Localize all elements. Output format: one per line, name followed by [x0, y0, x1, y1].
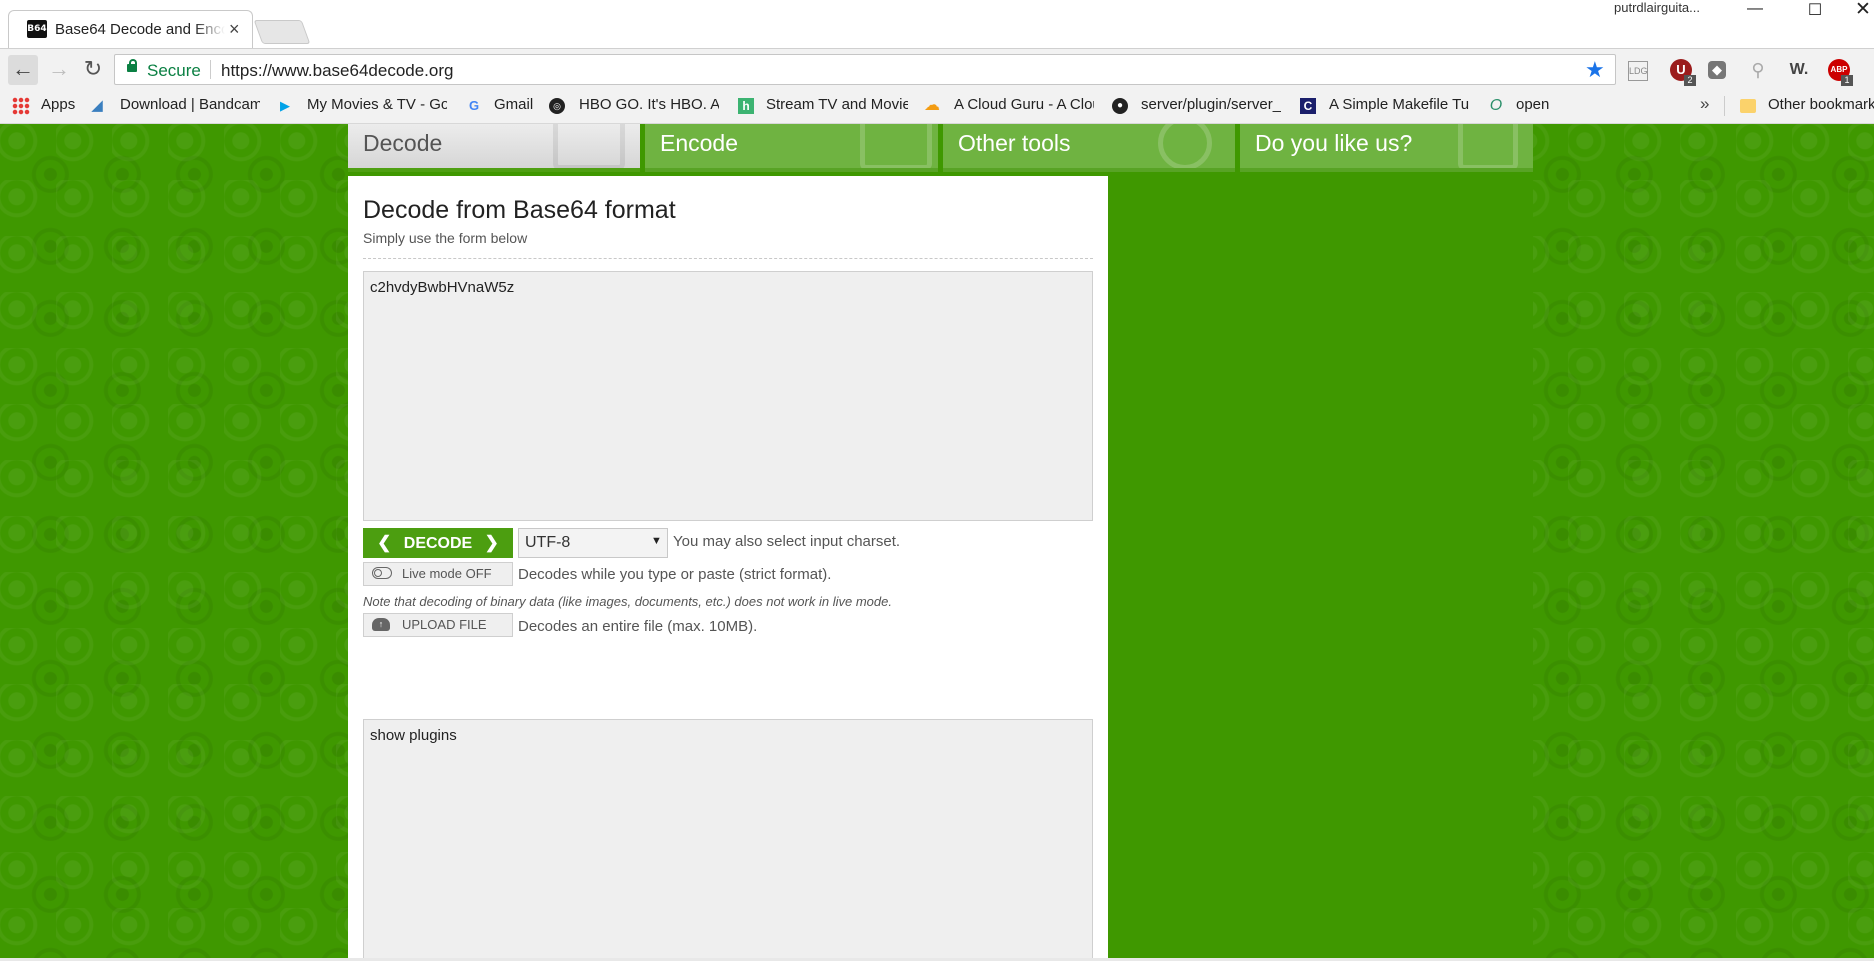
extension-search-icon[interactable]: ⚲ [1747, 59, 1769, 81]
opera-icon: O [1489, 97, 1503, 114]
bookmark-hulu[interactable]: Stream TV and Movies [766, 96, 908, 113]
bookmark-makefile-tutorial[interactable]: A Simple Makefile Tutorial [1329, 96, 1469, 113]
thumbs-up-decor-icon [1458, 124, 1518, 168]
browser-toolbar: ← → ↻ Secure https://www.base64decode.or… [0, 48, 1874, 91]
live-mode-hint: Decodes while you type or paste (strict … [518, 566, 832, 583]
nav-tab-encode-label: Encode [660, 130, 739, 156]
window-decor-icon [860, 124, 932, 168]
pencil-decor-icon [553, 124, 625, 168]
back-arrow-icon[interactable]: ← [8, 55, 38, 85]
bookmarks-overflow-icon[interactable]: » [1700, 94, 1709, 114]
nav-tab-encode[interactable]: Encode [645, 124, 938, 172]
live-mode-label: Live mode OFF [402, 566, 492, 581]
folder-icon [1740, 99, 1756, 113]
upload-file-hint: Decodes an entire file (max. 10MB). [518, 618, 758, 635]
page-background: Decode Encode Other tools Do you like us… [0, 124, 1874, 961]
gear-decor-icon [1158, 124, 1212, 168]
bookmarks-bar: Apps ◢ Download | Bandcamp ▶ My Movies &… [0, 90, 1874, 124]
charset-select[interactable]: UTF-8 ▼ [518, 528, 668, 558]
bookmark-bandcamp[interactable]: Download | Bandcamp [120, 96, 260, 113]
extension-ldg-icon[interactable]: LDG [1628, 61, 1648, 81]
url-text[interactable]: https://www.base64decode.org [221, 61, 453, 81]
nav-tab-other-tools[interactable]: Other tools [943, 124, 1235, 172]
base64-input-textarea[interactable]: c2hvdyBwbHVnaW5z [363, 271, 1093, 521]
bandcamp-icon: ◢ [91, 97, 103, 114]
nav-tab-do-you-like-us[interactable]: Do you like us? [1240, 124, 1533, 172]
live-mode-toggle[interactable]: Live mode OFF [363, 562, 513, 586]
bookmarks-separator [1724, 96, 1725, 116]
base64-favicon-icon: B64 [27, 20, 47, 38]
adblock-badge: 1 [1841, 75, 1853, 86]
chevron-left-icon: ❮ [377, 533, 392, 552]
nav-tab-decode-label: Decode [363, 130, 443, 156]
cloud-upload-icon: ↑ [372, 618, 390, 631]
toggle-switch-icon [372, 567, 392, 579]
upload-file-button[interactable]: ↑ UPLOAD FILE [363, 613, 513, 637]
browser-tab[interactable]: B64 Base64 Decode and Encode - Online × [8, 10, 253, 48]
tab-strip: B64 Base64 Decode and Encode - Online × … [0, 0, 1874, 48]
bookmark-cloud-guru[interactable]: A Cloud Guru - A Cloud [954, 96, 1094, 113]
upload-file-label: UPLOAD FILE [402, 617, 487, 632]
address-separator [210, 60, 211, 79]
decode-button[interactable]: ❮ DECODE ❯ [363, 528, 513, 558]
charset-hint: You may also select input charset. [673, 533, 901, 550]
chevron-right-icon: ❯ [484, 533, 499, 552]
bookmark-github[interactable]: server/plugin/server_ [1141, 96, 1281, 113]
title-divider [363, 258, 1093, 259]
c-icon: C [1300, 98, 1316, 114]
bookmark-open[interactable]: open [1516, 96, 1549, 113]
extension-w-icon[interactable]: W. [1788, 59, 1810, 81]
forward-arrow-icon[interactable]: → [44, 55, 74, 85]
nav-tab-other-tools-label: Other tools [958, 130, 1071, 156]
profile-name[interactable]: putrdlairguita... [1614, 0, 1700, 15]
apps-grid-icon[interactable] [12, 97, 30, 115]
google-play-icon: ▶ [280, 98, 290, 113]
decode-button-label: DECODE [403, 535, 473, 552]
decode-panel: Decode from Base64 format Simply use the… [348, 176, 1108, 961]
secure-label: Secure [147, 61, 201, 80]
tab-close-icon[interactable]: × [229, 19, 240, 40]
bookmark-star-icon[interactable]: ★ [1585, 57, 1605, 83]
minimize-button[interactable]: — [1740, 0, 1770, 20]
dropdown-caret-icon: ▼ [651, 535, 662, 547]
ublock-badge: 2 [1684, 75, 1696, 86]
page-subtitle: Simply use the form below [363, 230, 528, 246]
lock-icon [127, 59, 137, 72]
decoded-output-textarea[interactable]: show plugins [363, 719, 1093, 961]
page-title: Decode from Base64 format [363, 196, 676, 224]
github-icon: ● [1112, 98, 1128, 114]
close-window-button[interactable]: ✕ [1852, 0, 1874, 20]
bookmark-hbo-go[interactable]: HBO GO. It's HBO. Anywhere. [579, 96, 719, 113]
nav-tab-decode[interactable]: Decode [348, 124, 640, 172]
charset-selected-value: UTF-8 [525, 534, 571, 551]
hbo-icon: ◎ [549, 98, 565, 114]
binary-data-note: Note that decoding of binary data (like … [363, 594, 892, 609]
bookmark-gmail[interactable]: Gmail [494, 96, 533, 113]
cloud-icon: ☁ [924, 97, 940, 114]
maximize-button[interactable]: ☐ [1800, 0, 1830, 20]
bookmark-apps[interactable]: Apps [41, 96, 75, 113]
google-icon: G [468, 98, 480, 113]
new-tab-button[interactable] [253, 20, 311, 44]
bookmark-other-bookmarks[interactable]: Other bookmarks [1768, 96, 1874, 113]
extension-shield-icon[interactable]: ◆ [1708, 61, 1726, 79]
address-bar[interactable]: Secure https://www.base64decode.org ★ [114, 54, 1616, 85]
tab-title: Base64 Decode and Encode - Online [55, 21, 225, 38]
hulu-icon: h [738, 98, 754, 114]
nav-tab-do-you-like-us-label: Do you like us? [1255, 130, 1413, 156]
bookmark-google-play[interactable]: My Movies & TV - Google Play [307, 96, 447, 113]
reload-icon[interactable]: ↻ [78, 55, 108, 85]
